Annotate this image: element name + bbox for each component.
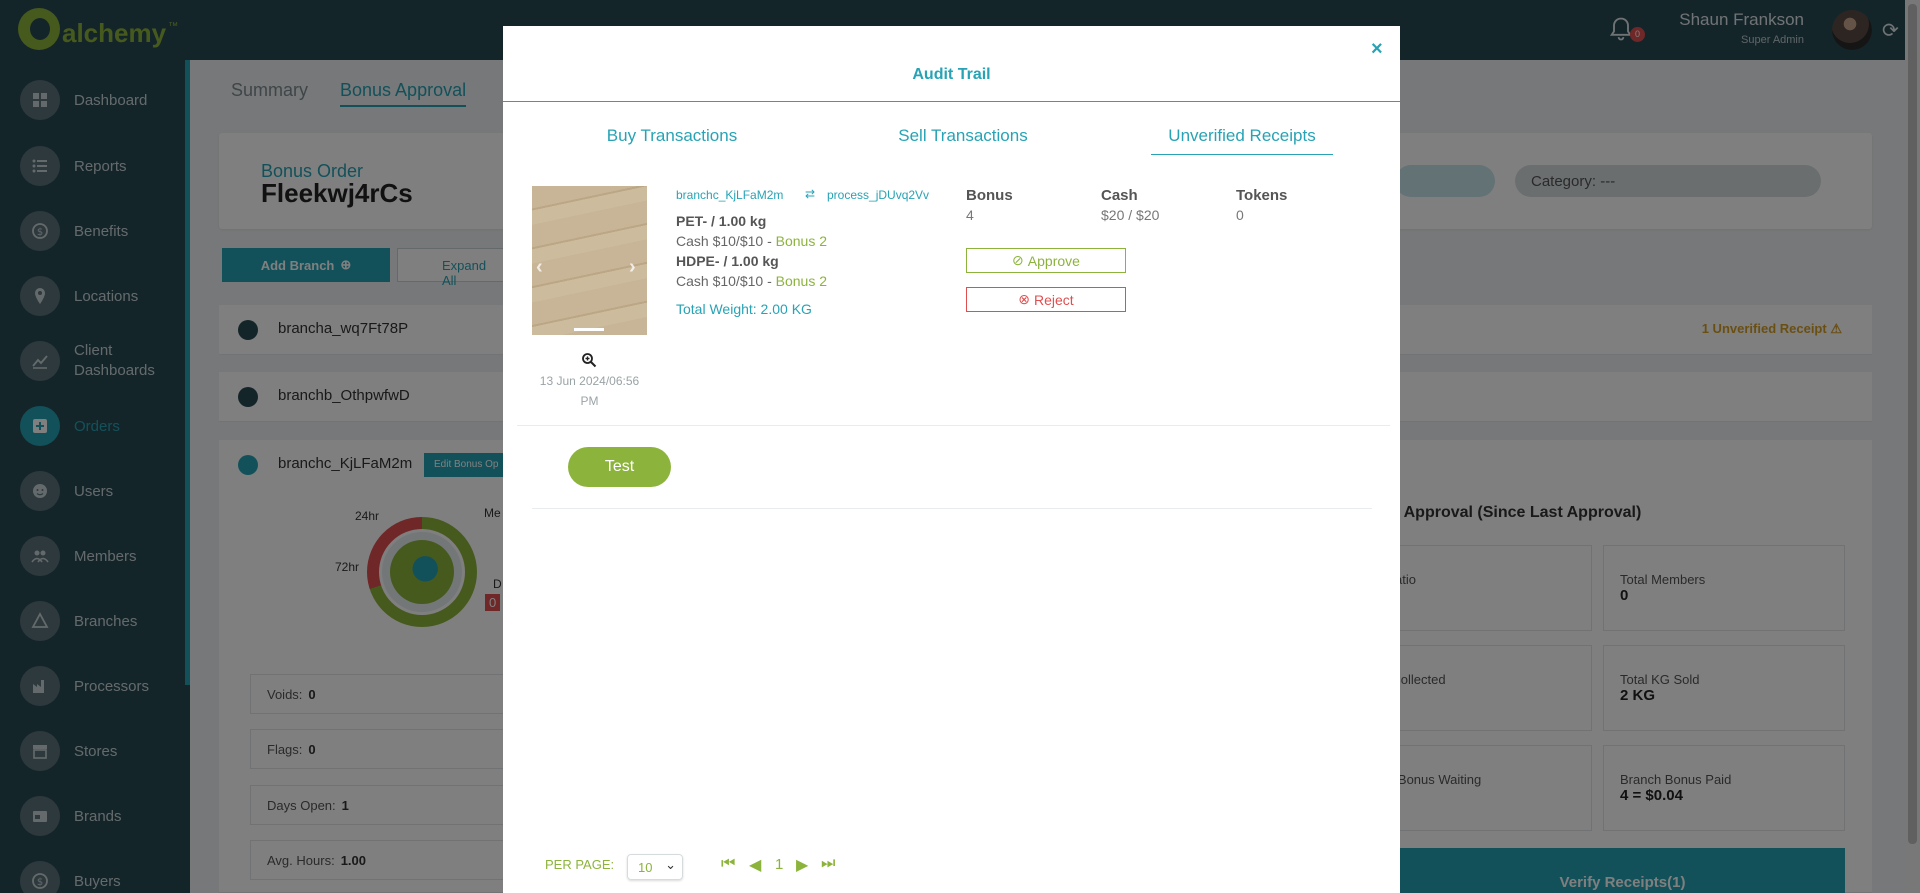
material-name: HDPE- / 1.00 kg [676,253,779,269]
receipt-process-link[interactable]: process_jDUvq2Vv [827,188,929,202]
receipt-date: 13 Jun 2024/06:56 PM [532,371,647,411]
prev-page-icon[interactable]: ◀ [749,855,761,875]
approve-label: Approve [1027,252,1080,269]
receipt-time-line: PM [580,394,599,408]
divider [517,425,1390,426]
material-cash: Cash $10/$10 - Bonus 2 [676,273,827,289]
approve-button[interactable]: ⊘ Approve [966,248,1126,273]
tokens-header: Tokens [1236,187,1288,204]
material-cash-value: Cash $10/$10 - [676,273,776,289]
material-bonus: Bonus 2 [775,233,827,249]
bonus-value: 4 [966,207,974,223]
total-weight: Total Weight: 2.00 KG [676,301,812,317]
test-button[interactable]: Test [568,447,671,487]
chevron-down-icon: ⌄ [665,857,676,872]
cash-header: Cash [1101,187,1138,204]
next-page-icon[interactable]: ▶ [796,855,808,875]
zoom-in-icon[interactable] [581,352,597,368]
close-icon[interactable]: × [1371,38,1383,61]
reject-label: Reject [1034,291,1074,308]
current-page[interactable]: 1 [775,856,783,873]
last-page-icon[interactable]: ⏭ [821,855,835,873]
check-circle-icon: ⊘ [1012,252,1024,268]
per-page-value: 10 [638,860,653,875]
bonus-header: Bonus [966,187,1013,204]
tokens-value: 0 [1236,207,1244,223]
tab-unverified-receipts[interactable]: Unverified Receipts [1151,126,1333,155]
divider [503,101,1400,102]
swap-icon: ⇄ [805,187,816,201]
receipt-date-line: 13 Jun 2024/06:56 [539,374,640,388]
cash-value: $20 / $20 [1101,207,1160,223]
tab-buy-transactions[interactable]: Buy Transactions [592,126,752,146]
material-cash: Cash $10/$10 - Bonus 2 [676,233,827,249]
chevron-left-icon[interactable]: ‹ [536,256,543,279]
chevron-right-icon[interactable]: › [629,256,636,279]
audit-trail-modal: Audit Trail × Buy Transactions Sell Tran… [503,26,1400,893]
per-page-select[interactable]: 10 ⌄ [627,854,683,880]
modal-title: Audit Trail [912,66,991,83]
material-cash-value: Cash $10/$10 - [676,233,776,249]
x-circle-icon: ⊗ [1018,291,1031,307]
tab-sell-transactions[interactable]: Sell Transactions [878,126,1048,146]
material-bonus: Bonus 2 [775,273,827,289]
first-page-icon[interactable]: ⏮ [721,855,735,873]
carousel-indicator[interactable] [574,328,604,331]
receipt-branch-link[interactable]: branchc_KjLFaM2m [676,188,783,202]
divider [532,508,1372,509]
reject-button[interactable]: ⊗ Reject [966,287,1126,312]
material-name: PET- / 1.00 kg [676,213,767,229]
receipt-image[interactable]: ‹ › [532,186,647,335]
per-page-label: PER PAGE: [545,857,615,872]
